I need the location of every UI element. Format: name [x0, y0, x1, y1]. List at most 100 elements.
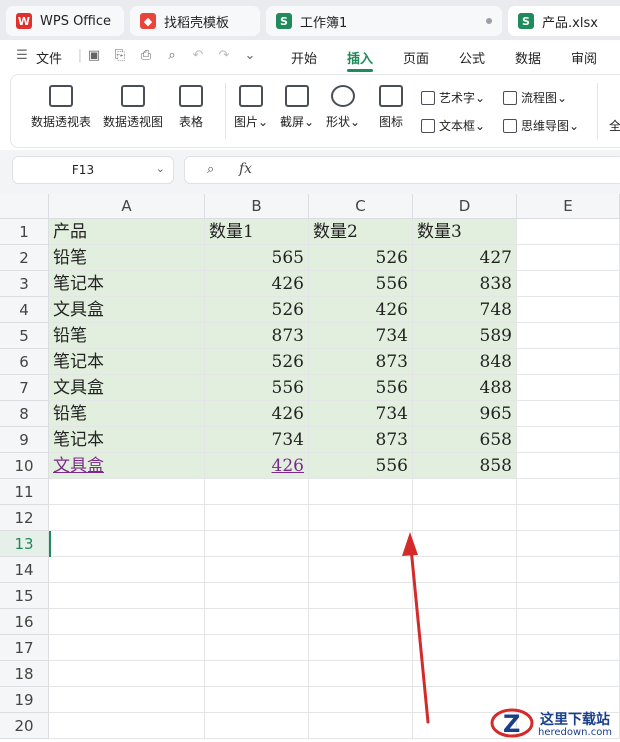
- cell-c15[interactable]: [309, 583, 413, 609]
- cell-b5[interactable]: 873: [205, 323, 309, 349]
- row-header-5[interactable]: 5: [0, 323, 49, 349]
- cell-a12[interactable]: [49, 505, 205, 531]
- cell-d9[interactable]: 658: [413, 427, 517, 453]
- cell-c8[interactable]: 734: [309, 401, 413, 427]
- cell-b18[interactable]: [205, 661, 309, 687]
- cell-c12[interactable]: [309, 505, 413, 531]
- cell-a14[interactable]: [49, 557, 205, 583]
- cell-a13[interactable]: [49, 531, 205, 557]
- row-header-7[interactable]: 7: [0, 375, 49, 401]
- cell-a20[interactable]: [49, 713, 205, 739]
- cell-e11[interactable]: [517, 479, 620, 505]
- column-header-e[interactable]: E: [517, 194, 620, 219]
- screenshot-button[interactable]: 截屏⌄: [279, 85, 315, 130]
- cell-e2[interactable]: [517, 245, 620, 271]
- cell-e10[interactable]: [517, 453, 620, 479]
- cell-d12[interactable]: [413, 505, 517, 531]
- cell-b10[interactable]: 426: [205, 453, 309, 479]
- cell-e1[interactable]: [517, 219, 620, 245]
- cell-e16[interactable]: [517, 609, 620, 635]
- icon-button[interactable]: 图标: [373, 85, 409, 130]
- row-header-14[interactable]: 14: [0, 557, 49, 583]
- pivot-chart-button[interactable]: 数据透视图: [101, 85, 165, 130]
- cell-c3[interactable]: 556: [309, 271, 413, 297]
- cell-b14[interactable]: [205, 557, 309, 583]
- row-header-18[interactable]: 18: [0, 661, 49, 687]
- menu-tab-page[interactable]: 页面: [403, 48, 429, 67]
- cell-a8[interactable]: 铅笔: [49, 401, 205, 427]
- cell-b8[interactable]: 426: [205, 401, 309, 427]
- cell-c6[interactable]: 873: [309, 349, 413, 375]
- tab-docer-templates[interactable]: ◆ 找稻壳模板: [130, 6, 260, 36]
- cell-e13[interactable]: [517, 531, 620, 557]
- table-button[interactable]: 表格: [173, 85, 209, 130]
- cell-a19[interactable]: [49, 687, 205, 713]
- cell-d18[interactable]: [413, 661, 517, 687]
- row-header-17[interactable]: 17: [0, 635, 49, 661]
- cell-d8[interactable]: 965: [413, 401, 517, 427]
- cell-a17[interactable]: [49, 635, 205, 661]
- row-header-12[interactable]: 12: [0, 505, 49, 531]
- row-header-1[interactable]: 1: [0, 219, 49, 245]
- cell-c10[interactable]: 556: [309, 453, 413, 479]
- column-header-c[interactable]: C: [309, 194, 413, 219]
- tab-wps-office[interactable]: W WPS Office: [6, 6, 124, 36]
- cell-e8[interactable]: [517, 401, 620, 427]
- cell-d11[interactable]: [413, 479, 517, 505]
- cell-e17[interactable]: [517, 635, 620, 661]
- redo-icon[interactable]: ↷: [216, 48, 232, 64]
- row-header-8[interactable]: 8: [0, 401, 49, 427]
- row-header-4[interactable]: 4: [0, 297, 49, 323]
- cell-a4[interactable]: 文具盒: [49, 297, 205, 323]
- shape-button[interactable]: 形状⌄: [325, 85, 361, 130]
- cell-e9[interactable]: [517, 427, 620, 453]
- cell-b19[interactable]: [205, 687, 309, 713]
- cell-d2[interactable]: 427: [413, 245, 517, 271]
- cell-e18[interactable]: [517, 661, 620, 687]
- cell-d7[interactable]: 488: [413, 375, 517, 401]
- cell-b9[interactable]: 734: [205, 427, 309, 453]
- row-header-11[interactable]: 11: [0, 479, 49, 505]
- row-header-15[interactable]: 15: [0, 583, 49, 609]
- cell-c18[interactable]: [309, 661, 413, 687]
- cell-d1[interactable]: 数量3: [413, 219, 517, 245]
- more-button[interactable]: 全: [609, 117, 620, 134]
- undo-icon[interactable]: ↶: [190, 48, 206, 64]
- fx-icon[interactable]: fx: [239, 161, 252, 177]
- name-box[interactable]: F13 ⌄: [12, 156, 174, 184]
- cell-b17[interactable]: [205, 635, 309, 661]
- print-preview-icon[interactable]: ⌕: [164, 48, 180, 64]
- print-icon[interactable]: ⎙: [138, 48, 154, 64]
- cell-a5[interactable]: 铅笔: [49, 323, 205, 349]
- picture-button[interactable]: 图片⌄: [233, 85, 269, 130]
- row-header-6[interactable]: 6: [0, 349, 49, 375]
- cell-e7[interactable]: [517, 375, 620, 401]
- cell-d14[interactable]: [413, 557, 517, 583]
- menu-tab-review[interactable]: 审阅: [571, 48, 597, 67]
- cell-c11[interactable]: [309, 479, 413, 505]
- cell-b7[interactable]: 556: [205, 375, 309, 401]
- textbox-button[interactable]: 文本框 ⌄: [421, 117, 485, 134]
- chevron-down-icon[interactable]: ⌄: [156, 162, 165, 175]
- hamburger-menu-icon[interactable]: ☰: [14, 48, 30, 64]
- cell-d13[interactable]: [413, 531, 517, 557]
- cell-c4[interactable]: 426: [309, 297, 413, 323]
- cell-b12[interactable]: [205, 505, 309, 531]
- row-header-19[interactable]: 19: [0, 687, 49, 713]
- cell-b3[interactable]: 426: [205, 271, 309, 297]
- cell-a11[interactable]: [49, 479, 205, 505]
- save-icon[interactable]: ▣: [86, 48, 102, 64]
- cell-d5[interactable]: 589: [413, 323, 517, 349]
- cell-b6[interactable]: 526: [205, 349, 309, 375]
- menu-tab-insert[interactable]: 插入: [347, 48, 373, 67]
- cell-b13[interactable]: [205, 531, 309, 557]
- row-header-3[interactable]: 3: [0, 271, 49, 297]
- cell-c20[interactable]: [309, 713, 413, 739]
- zoom-icon[interactable]: ⌕: [207, 162, 214, 177]
- cell-b4[interactable]: 526: [205, 297, 309, 323]
- select-all-corner[interactable]: [0, 194, 49, 219]
- column-header-a[interactable]: A: [49, 194, 205, 219]
- cell-b16[interactable]: [205, 609, 309, 635]
- cell-a6[interactable]: 笔记本: [49, 349, 205, 375]
- spreadsheet-grid[interactable]: A B C D E 1 产品 数量1 数量2 数量3 2 铅笔 565 526 427 3 笔记本 426 556 8…: [0, 194, 620, 742]
